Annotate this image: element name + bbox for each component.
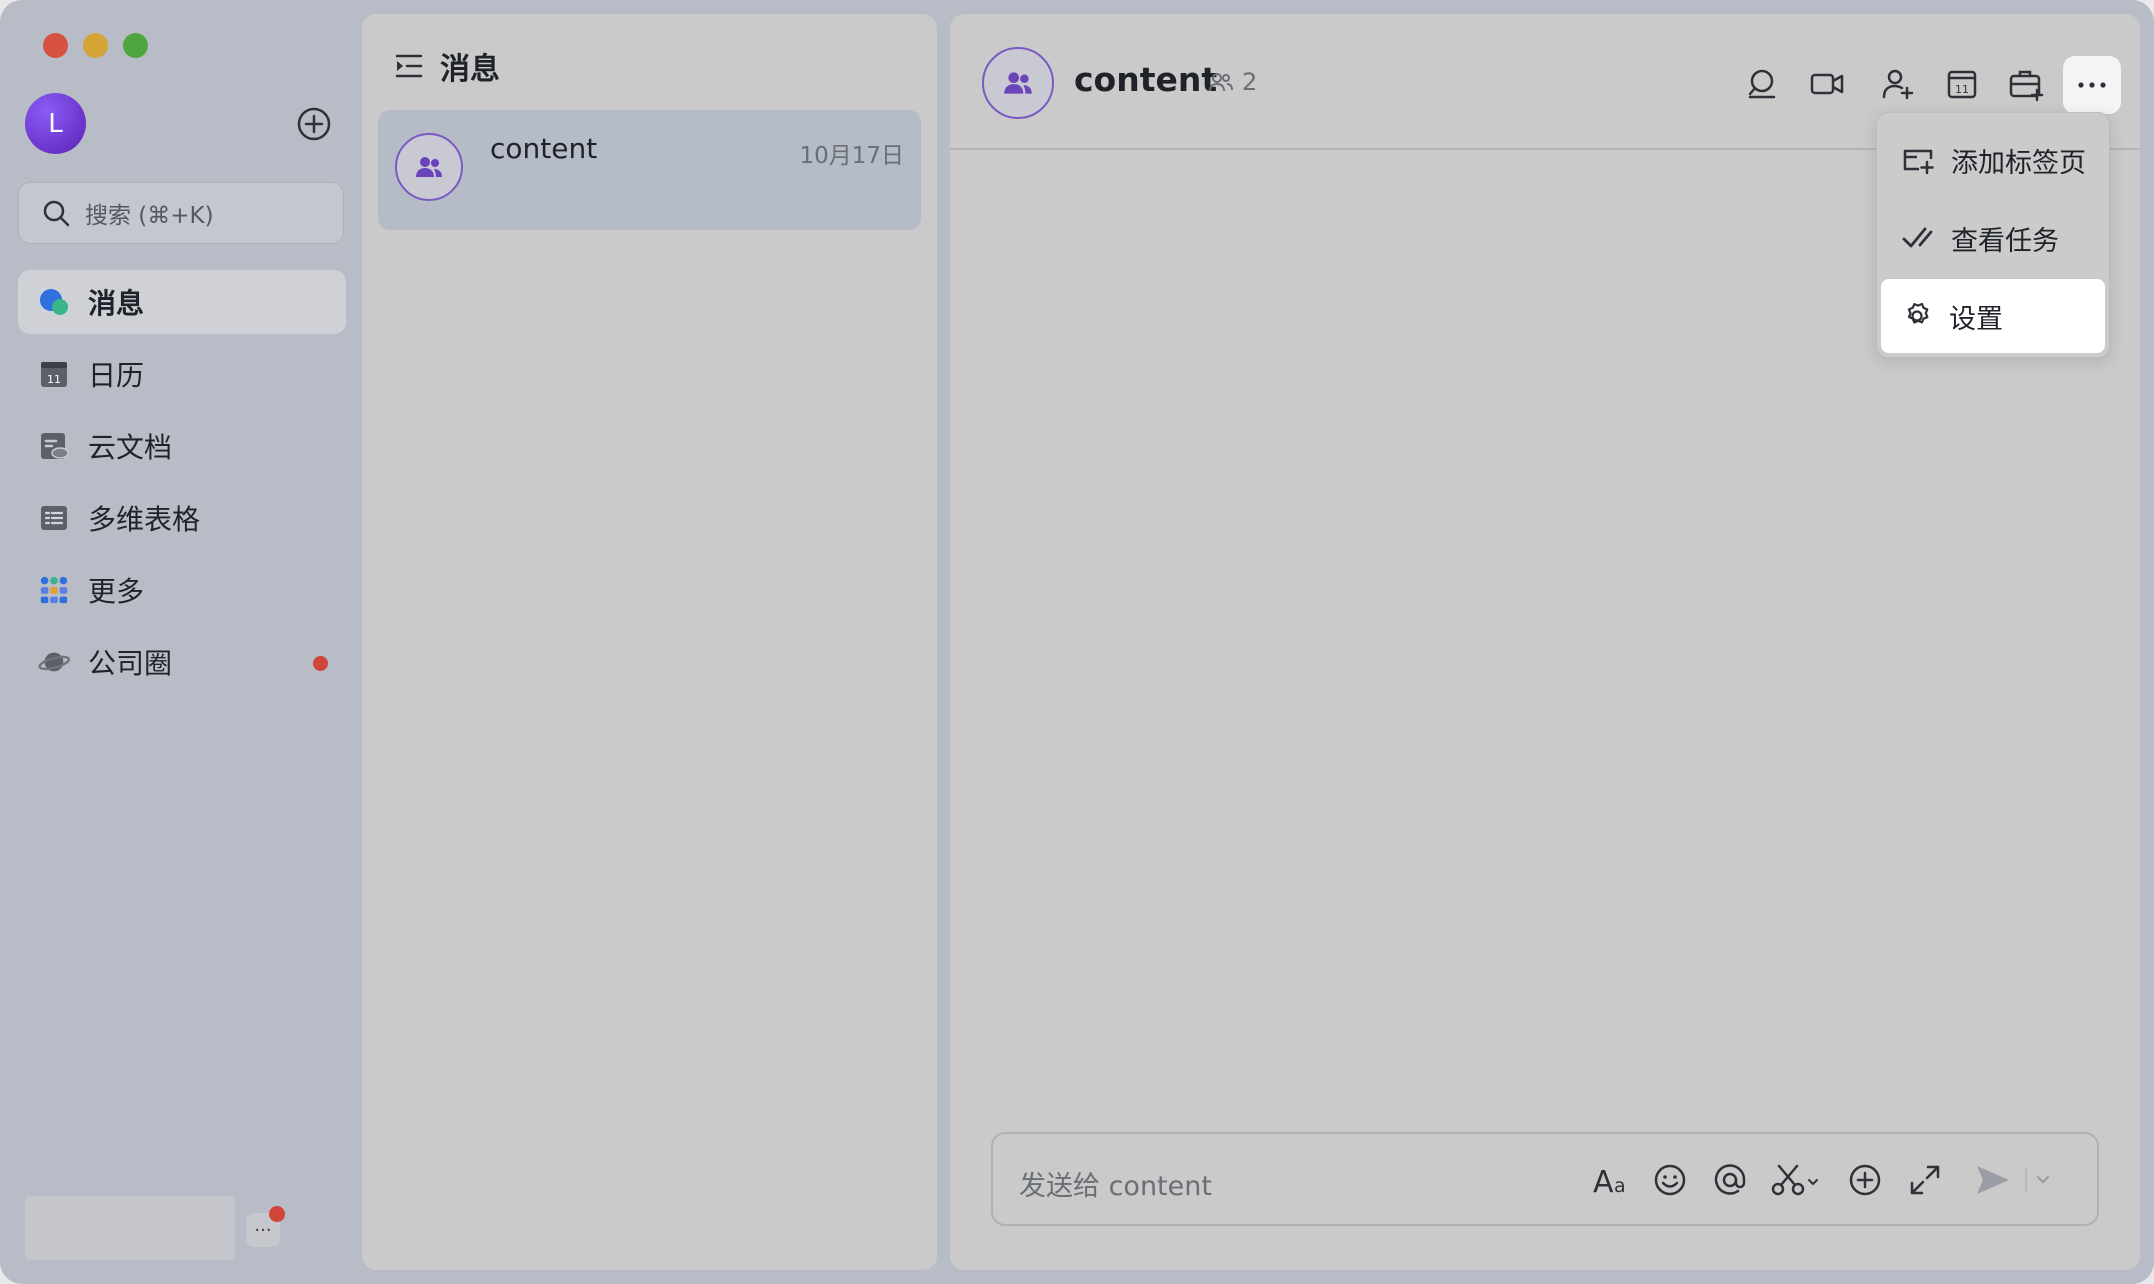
calendar-button[interactable]: 11 [1942, 64, 1982, 104]
sidebar-item-label: 公司圈 [88, 647, 173, 680]
workspace-button[interactable] [2006, 64, 2046, 104]
sidebar-item-label: 云文档 [88, 431, 173, 464]
close-window-button[interactable] [43, 33, 68, 58]
emoji-icon [1654, 1164, 1686, 1196]
sidebar-item-moments[interactable]: 公司圈 [18, 630, 346, 694]
app-window: L 搜索 (⌘+K) 消息 11 日历 云文档 多维表格 更多 公司圈 ··· … [0, 0, 2154, 1284]
conversation-list-panel: 消息 content 10月17日 [362, 14, 937, 1270]
chat-title[interactable]: content [1074, 60, 1217, 99]
add-button[interactable] [296, 106, 332, 142]
text-format-icon: A a [1593, 1165, 1626, 1198]
sidebar-item-label: 消息 [88, 287, 145, 320]
planet-icon [38, 646, 70, 678]
user-avatar[interactable]: L [25, 93, 86, 154]
sidebar-item-more[interactable]: 更多 [18, 558, 346, 622]
avatar-initial: L [48, 108, 63, 139]
send-options-button[interactable] [2019, 1160, 2059, 1200]
menu-item-settings[interactable]: 设置 [1881, 279, 2105, 353]
sidebar-nav: 消息 11 日历 云文档 多维表格 更多 公司圈 [18, 270, 346, 702]
svg-text:a: a [1614, 1175, 1626, 1197]
add-member-icon [1882, 69, 1914, 100]
screenshot-button[interactable] [1769, 1160, 1823, 1200]
sidebar: L 搜索 (⌘+K) 消息 11 日历 云文档 多维表格 更多 公司圈 ··· [0, 0, 362, 1284]
conversation-date: 10月17日 [799, 143, 904, 169]
profile-status-area[interactable] [25, 1196, 235, 1260]
calendar-icon: 11 [1947, 70, 1977, 99]
chevron-down-icon [2025, 1168, 2050, 1192]
group-icon [416, 157, 442, 177]
group-avatar [395, 133, 463, 201]
expand-icon [1910, 1165, 1940, 1195]
search-chat-button[interactable] [1742, 64, 1782, 104]
svg-text:11: 11 [1955, 83, 1969, 96]
maximize-window-button[interactable] [123, 33, 148, 58]
sidebar-item-docs[interactable]: 云文档 [18, 414, 346, 478]
format-text-button[interactable]: A a [1591, 1160, 1631, 1200]
at-mention-icon [1714, 1164, 1746, 1195]
notification-badge [269, 1206, 285, 1222]
video-call-button[interactable] [1807, 64, 1847, 104]
search-icon [43, 200, 70, 227]
conversation-item[interactable]: content 10月17日 [378, 110, 921, 230]
table-icon [38, 502, 70, 534]
send-button[interactable] [1971, 1160, 2015, 1200]
members-icon [1209, 73, 1233, 92]
more-button[interactable] [2063, 56, 2121, 114]
video-icon [1810, 73, 1844, 95]
more-menu: 添加标签页 查看任务 设置 [1876, 112, 2110, 358]
sidebar-item-calendar[interactable]: 11 日历 [18, 342, 346, 406]
conversation-name: content [490, 132, 598, 165]
more-icon [2078, 82, 2106, 88]
add-member-button[interactable] [1878, 64, 1918, 104]
gear-icon [1907, 302, 1929, 324]
search-icon [1748, 69, 1776, 99]
plus-circle-icon [297, 107, 331, 141]
cloud-doc-icon [38, 430, 70, 462]
add-attachment-button[interactable] [1845, 1160, 1885, 1200]
emoji-button[interactable] [1650, 1160, 1690, 1200]
sidebar-item-label: 更多 [88, 575, 145, 608]
sidebar-item-bitable[interactable]: 多维表格 [18, 486, 346, 550]
calendar-icon: 11 [38, 358, 70, 390]
mention-button[interactable] [1710, 1160, 1750, 1200]
menu-item-label: 添加标签页 [1951, 147, 2086, 179]
menu-item-label: 查看任务 [1951, 225, 2059, 257]
message-composer[interactable]: 发送给 content A a [991, 1132, 2099, 1226]
list-title: 消息 [440, 52, 500, 87]
composer-placeholder: 发送给 content [1019, 1171, 1212, 1202]
sidebar-item-label: 多维表格 [88, 503, 201, 536]
list-header: 消息 [394, 44, 500, 88]
chat-bubble-icon [38, 286, 70, 318]
member-count-value: 2 [1242, 68, 1258, 96]
sidebar-item-messages[interactable]: 消息 [18, 270, 346, 334]
collapse-list-icon[interactable] [394, 51, 424, 81]
menu-item-add-tab[interactable]: 添加标签页 [1881, 123, 2105, 197]
svg-text:A: A [1593, 1165, 1614, 1198]
add-tab-icon [1903, 149, 1934, 175]
notification-badge [313, 656, 328, 671]
member-count[interactable]: 2 [1208, 68, 1257, 96]
search-placeholder: 搜索 (⌘+K) [85, 203, 214, 229]
more-dots-label: ··· [254, 1219, 272, 1241]
send-icon [1977, 1166, 2009, 1194]
menu-item-view-tasks[interactable]: 查看任务 [1881, 201, 2105, 275]
search-box[interactable]: 搜索 (⌘+K) [18, 182, 344, 244]
task-check-icon [1902, 227, 1933, 248]
scissors-icon [1771, 1164, 1818, 1196]
menu-item-label: 设置 [1949, 303, 2003, 335]
expand-composer-button[interactable] [1905, 1160, 1945, 1200]
plus-circle-icon [1849, 1164, 1881, 1196]
apps-grid-icon [38, 574, 70, 606]
svg-text:11: 11 [47, 373, 61, 386]
sidebar-item-label: 日历 [88, 359, 145, 392]
minimize-window-button[interactable] [83, 33, 108, 58]
chat-group-avatar[interactable] [982, 47, 1054, 119]
group-icon [1004, 72, 1032, 94]
briefcase-icon [2009, 70, 2044, 102]
